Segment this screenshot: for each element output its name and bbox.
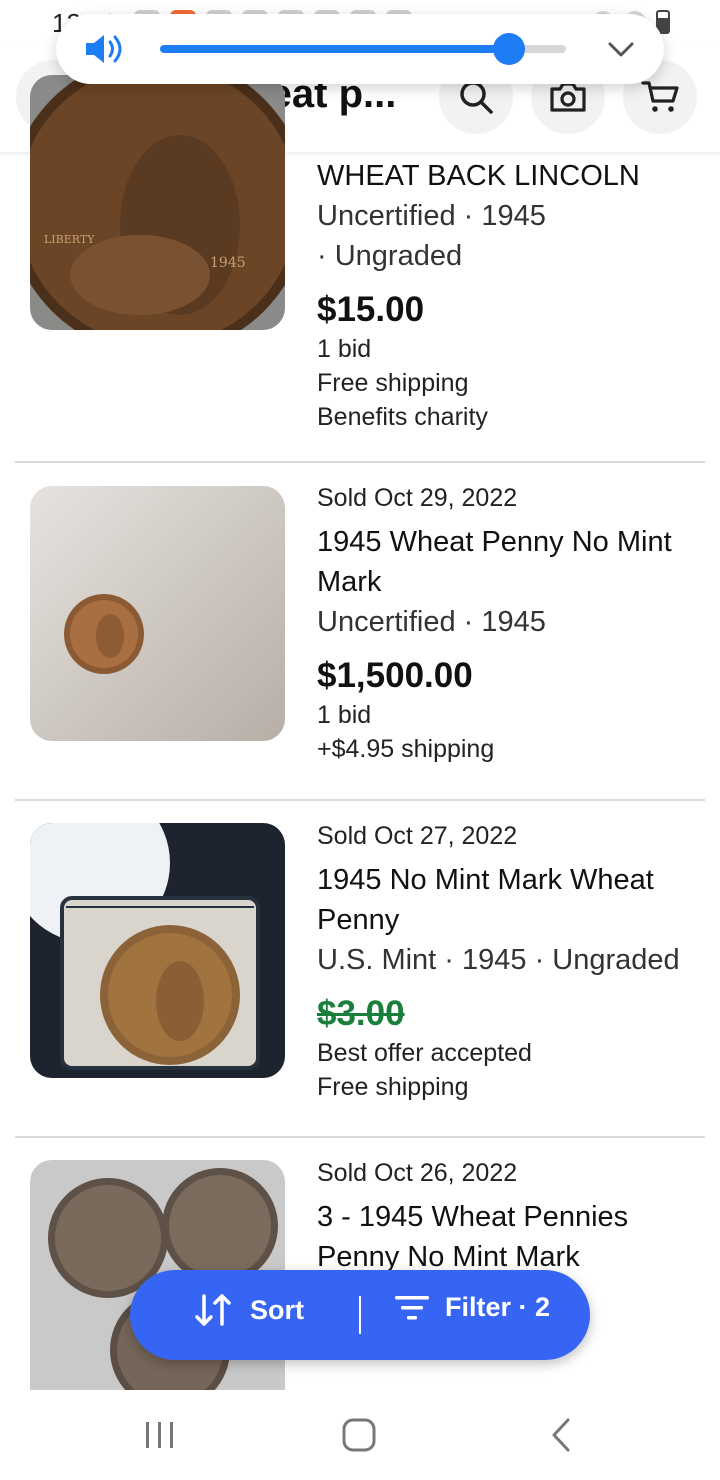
divider — [15, 1136, 705, 1138]
speaker-icon[interactable] — [84, 32, 124, 66]
listing-info: Sold Oct 29, 2022 1945 Wheat Penny No Mi… — [317, 484, 707, 766]
search-icon — [460, 81, 493, 114]
chevron-down-icon[interactable] — [606, 34, 636, 64]
sort-filter-bar: Sort Filter · 2 — [130, 1270, 590, 1360]
listing-bids: 1 bid — [317, 701, 372, 729]
listing-condition: U.S. Mint · 1945 · Ungraded — [317, 944, 680, 976]
divider — [15, 461, 705, 463]
listing-condition: Uncertified · 1945 — [317, 200, 546, 232]
sold-date: Sold Oct 27, 2022 — [317, 822, 518, 850]
listing-shipping: Free shipping — [317, 1073, 469, 1101]
listing-price: $1,500.00 — [317, 656, 473, 695]
listing-offer-status: Best offer accepted — [317, 1039, 532, 1067]
svg-text:LIBERTY: LIBERTY — [44, 233, 95, 246]
system-nav-bar — [0, 1390, 720, 1480]
listing-condition: Uncertified · 1945 — [317, 606, 546, 638]
listing-thumbnail[interactable]: 1945 LIBERTY — [30, 75, 285, 330]
home-icon[interactable] — [340, 1416, 378, 1454]
sold-date: Sold Oct 29, 2022 — [317, 484, 518, 512]
listing-shipping: Free shipping — [317, 369, 469, 397]
listing-thumbnail[interactable] — [30, 486, 285, 741]
listing-title[interactable]: 1945 Wheat Penny No Mint Mark — [317, 522, 707, 602]
camera-icon — [550, 82, 586, 112]
listing-shipping: +$4.95 shipping — [317, 735, 495, 763]
volume-slider-thumb[interactable] — [493, 33, 526, 65]
cart-icon — [641, 81, 679, 112]
filter-label: Filter · 2 — [445, 1292, 551, 1322]
listing-charity: Benefits charity — [317, 403, 488, 431]
coin-image — [30, 823, 285, 1078]
listing-thumbnail[interactable] — [30, 823, 285, 1078]
filter-button[interactable]: Filter · 2 — [395, 1292, 550, 1323]
listing-info: Sold Oct 27, 2022 1945 No Mint Mark Whea… — [317, 822, 707, 1104]
listing-grade: · Ungraded — [317, 240, 463, 272]
listing-title[interactable]: 3 - 1945 Wheat Pennies Penny No Mint Mar… — [317, 1197, 707, 1277]
filter-icon — [395, 1295, 429, 1319]
divider — [15, 799, 705, 801]
coin-image: 1945 LIBERTY — [30, 75, 285, 330]
volume-panel — [56, 14, 664, 84]
volume-level — [160, 45, 510, 53]
sort-icon — [195, 1294, 231, 1326]
listing-title[interactable]: WHEAT BACK LINCOLN — [317, 156, 707, 196]
listing-price: $15.00 — [317, 290, 425, 329]
listing-sold-price: $3.00 — [317, 994, 405, 1033]
sort-button[interactable]: Sort — [194, 1292, 304, 1328]
sort-label: Sort — [250, 1294, 304, 1325]
svg-text:1945: 1945 — [210, 255, 246, 271]
back-icon[interactable] — [542, 1416, 580, 1454]
listing-info: WHEAT BACK LINCOLN Uncertified · 1945 · … — [317, 156, 707, 434]
pill-divider — [359, 1296, 361, 1334]
recent-apps-icon[interactable] — [140, 1418, 180, 1452]
listing-bids: 1 bid — [317, 335, 372, 363]
coin-image — [30, 486, 285, 741]
listing-title[interactable]: 1945 No Mint Mark Wheat Penny — [317, 860, 707, 940]
volume-slider[interactable] — [160, 33, 566, 65]
sold-date: Sold Oct 26, 2022 — [317, 1159, 518, 1187]
